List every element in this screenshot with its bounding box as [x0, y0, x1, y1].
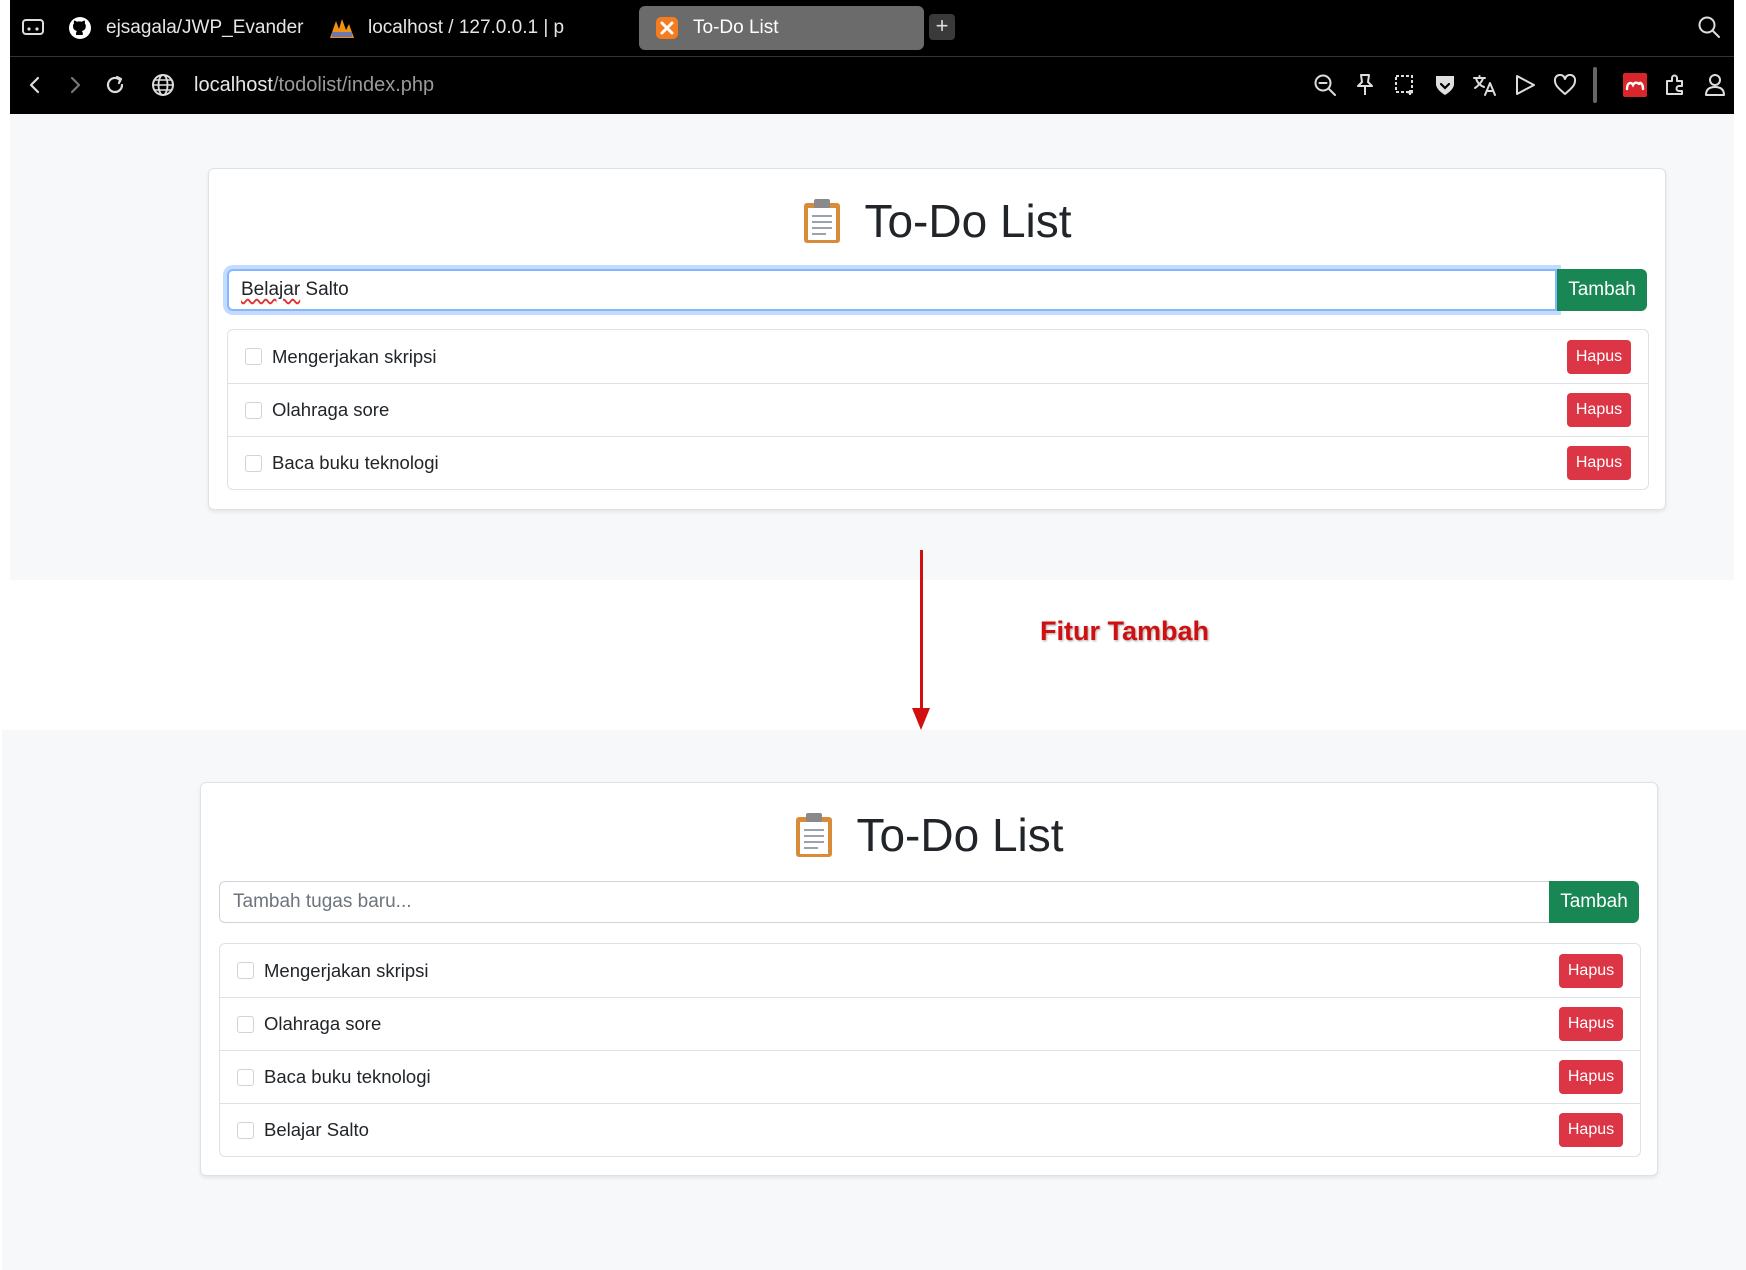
- new-tab-button[interactable]: +: [929, 14, 955, 40]
- page-title: To-Do List: [209, 191, 1665, 251]
- tab-bar: ejsagala/JWP_Evander localhost / 127.0.0…: [10, 0, 1734, 56]
- tab-github[interactable]: ejsagala/JWP_Evander: [66, 6, 316, 50]
- task-text: Mengerjakan skripsi: [272, 345, 437, 367]
- delete-button[interactable]: Hapus: [1559, 1060, 1623, 1094]
- tab-title: localhost / 127.0.0.1 | php: [368, 17, 564, 38]
- task-input[interactable]: Belajar Salto: [227, 269, 1557, 311]
- delete-button[interactable]: Hapus: [1567, 339, 1631, 374]
- task-text: Olahraga sore: [264, 1013, 382, 1034]
- task-checkbox[interactable]: [237, 1068, 254, 1086]
- screenshot-icon[interactable]: [1388, 68, 1422, 102]
- delete-button[interactable]: Hapus: [1559, 953, 1623, 988]
- clipboard-icon: [804, 199, 841, 243]
- list-item: Baca buku teknologi Hapus: [220, 1050, 1640, 1103]
- tab-title: To-Do List: [693, 17, 779, 38]
- task-text: Olahraga sore: [272, 399, 390, 420]
- list-item: Baca buku teknologi Hapus: [228, 436, 1648, 489]
- heart-icon[interactable]: [1548, 68, 1582, 102]
- url-path: /todolist/index.php: [272, 74, 435, 96]
- phpmyadmin-icon: [328, 14, 356, 42]
- task-input[interactable]: [219, 881, 1549, 923]
- annotation-label: Fitur Tambah: [1040, 616, 1210, 646]
- translate-icon[interactable]: [1468, 68, 1502, 102]
- toolbar-separator: [1593, 67, 1597, 103]
- add-task-form: Tambah: [219, 881, 1639, 923]
- profile-icon[interactable]: [1698, 68, 1732, 102]
- add-task-form: Belajar Salto Tambah: [227, 269, 1647, 311]
- task-checkbox[interactable]: [237, 962, 254, 979]
- url-host: localhost: [194, 74, 273, 96]
- task-checkbox[interactable]: [237, 1015, 254, 1033]
- task-text: Baca buku teknologi: [272, 452, 439, 473]
- input-text-misspelled: Belajar: [241, 279, 301, 300]
- task-checkbox[interactable]: [237, 1121, 254, 1139]
- list-item: Olahraga sore Hapus: [228, 383, 1648, 436]
- title-text: To-Do List: [864, 195, 1072, 247]
- task-text: Mengerjakan skripsi: [264, 959, 429, 981]
- zoom-out-icon[interactable]: [1308, 68, 1342, 102]
- forward-icon[interactable]: [58, 68, 92, 102]
- todo-card: To-Do List Tambah Mengerjakan skripsi Ha…: [200, 782, 1658, 1176]
- page-before: To-Do List Belajar Salto Tambah Mengerja…: [10, 114, 1734, 580]
- clipboard-icon: [796, 813, 833, 857]
- delete-button[interactable]: Hapus: [1567, 393, 1631, 427]
- list-item: Mengerjakan skripsi Hapus: [228, 330, 1648, 383]
- page-title: To-Do List: [201, 805, 1657, 865]
- add-button[interactable]: Tambah: [1557, 269, 1647, 311]
- extensions-icon[interactable]: [1658, 68, 1692, 102]
- delete-button[interactable]: Hapus: [1567, 446, 1631, 480]
- address-bar: localhost/todolist/index.php: [10, 57, 1734, 114]
- task-checkbox[interactable]: [245, 454, 262, 472]
- tab-overview-icon[interactable]: [16, 10, 50, 44]
- url-field[interactable]: localhost/todolist/index.php: [194, 74, 434, 97]
- reload-icon[interactable]: [98, 68, 132, 102]
- task-list: Mengerjakan skripsi Hapus Olahraga sore …: [227, 329, 1649, 490]
- task-text: Belajar Salto: [264, 1119, 369, 1140]
- add-button[interactable]: Tambah: [1549, 881, 1639, 923]
- github-icon: [66, 14, 94, 42]
- delete-button[interactable]: Hapus: [1559, 1007, 1623, 1041]
- title-text: To-Do List: [856, 809, 1064, 861]
- task-text: Baca buku teknologi: [264, 1066, 431, 1087]
- shield-icon[interactable]: [1428, 68, 1462, 102]
- globe-icon[interactable]: [146, 68, 180, 102]
- search-icon[interactable]: [1692, 10, 1726, 44]
- browser-window: ejsagala/JWP_Evander localhost / 127.0.0…: [10, 0, 1734, 114]
- list-item: Olahraga sore Hapus: [220, 997, 1640, 1050]
- delete-button[interactable]: Hapus: [1559, 1113, 1623, 1147]
- list-item: Mengerjakan skripsi Hapus: [220, 944, 1640, 997]
- tab-title: ejsagala/JWP_Evander: [106, 17, 304, 38]
- mendeley-extension-icon[interactable]: [1618, 68, 1652, 102]
- todo-card: To-Do List Belajar Salto Tambah Mengerja…: [208, 168, 1666, 510]
- send-icon[interactable]: [1508, 68, 1542, 102]
- task-checkbox[interactable]: [245, 401, 262, 419]
- pin-icon[interactable]: [1348, 68, 1382, 102]
- task-list: Mengerjakan skripsi Hapus Olahraga sore …: [219, 943, 1641, 1157]
- page-after: To-Do List Tambah Mengerjakan skripsi Ha…: [2, 730, 1746, 1270]
- annotation-arrow-line: [920, 550, 923, 710]
- task-checkbox[interactable]: [245, 348, 262, 365]
- list-item: Belajar Salto Hapus: [220, 1103, 1640, 1156]
- annotation-arrow-head: [912, 708, 930, 730]
- back-icon[interactable]: [18, 68, 52, 102]
- tab-todo-list[interactable]: To-Do List: [639, 6, 924, 50]
- tab-phpmyadmin[interactable]: localhost / 127.0.0.1 | php: [328, 6, 564, 50]
- xampp-icon: [653, 14, 681, 42]
- input-text-rest: Salto: [300, 279, 349, 300]
